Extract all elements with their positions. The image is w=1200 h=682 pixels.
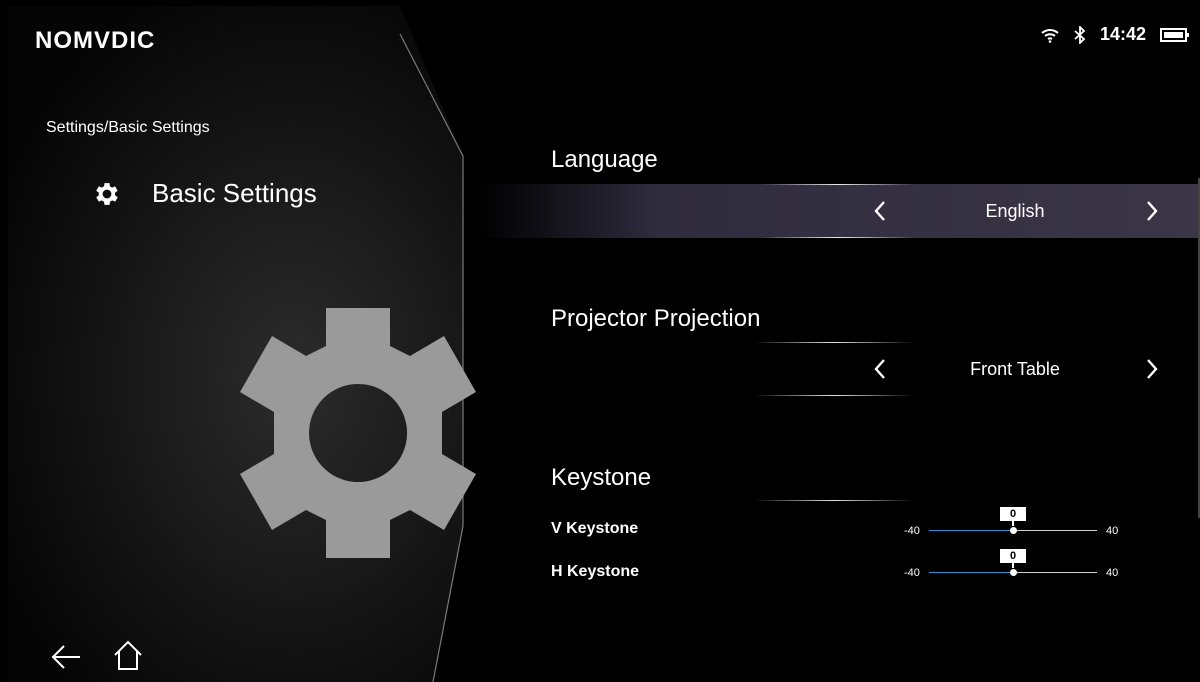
language-selector[interactable]: English bbox=[478, 184, 1200, 238]
section-title: Basic Settings bbox=[152, 178, 317, 208]
h-keystone-thumb[interactable] bbox=[1010, 569, 1017, 576]
v-keystone-min: -40 bbox=[904, 525, 920, 537]
bluetooth-icon bbox=[1074, 25, 1086, 44]
h-keystone-label: H Keystone bbox=[551, 563, 640, 580]
projection-value: Front Table bbox=[970, 359, 1060, 379]
chevron-right-icon[interactable] bbox=[1144, 199, 1160, 223]
keystone-label: Keystone bbox=[551, 464, 652, 491]
chevron-left-icon[interactable] bbox=[872, 199, 888, 223]
v-keystone-thumb[interactable] bbox=[1010, 527, 1017, 534]
screen: NOMVDIC Settings/Basic Settings Basic Se… bbox=[8, 6, 1200, 682]
clock: 14:42 bbox=[1099, 24, 1146, 44]
large-gear-icon bbox=[240, 308, 476, 558]
language-value: English bbox=[985, 201, 1045, 221]
divider bbox=[754, 500, 914, 501]
wifi-icon bbox=[1041, 28, 1059, 43]
projection-label: Projector Projection bbox=[551, 305, 761, 332]
h-keystone-min: -40 bbox=[904, 567, 920, 579]
divider bbox=[754, 342, 914, 343]
h-keystone-value: 0 bbox=[1000, 549, 1026, 568]
back-arrow-icon[interactable] bbox=[50, 642, 82, 672]
divider bbox=[760, 184, 916, 185]
chevron-left-icon[interactable] bbox=[872, 357, 888, 381]
breadcrumb[interactable]: Settings/Basic Settings bbox=[46, 119, 210, 137]
chevron-right-icon[interactable] bbox=[1144, 357, 1160, 381]
h-keystone-max: 40 bbox=[1106, 567, 1119, 579]
v-keystone-label: V Keystone bbox=[551, 520, 639, 537]
gear-icon bbox=[96, 182, 118, 205]
language-label: Language bbox=[551, 146, 658, 173]
battery-icon bbox=[1160, 27, 1189, 42]
home-icon[interactable] bbox=[112, 638, 144, 672]
brand-logo: NOMVDIC bbox=[35, 27, 156, 54]
sidebar-item-basic-settings[interactable]: Basic Settings bbox=[92, 178, 317, 209]
status-bar: 14:42 bbox=[1040, 24, 1190, 45]
v-keystone-max: 40 bbox=[1106, 525, 1119, 537]
divider bbox=[754, 395, 914, 396]
projection-selector[interactable]: Front Table bbox=[478, 342, 1200, 396]
divider bbox=[760, 237, 916, 238]
v-keystone-value: 0 bbox=[1000, 507, 1026, 526]
